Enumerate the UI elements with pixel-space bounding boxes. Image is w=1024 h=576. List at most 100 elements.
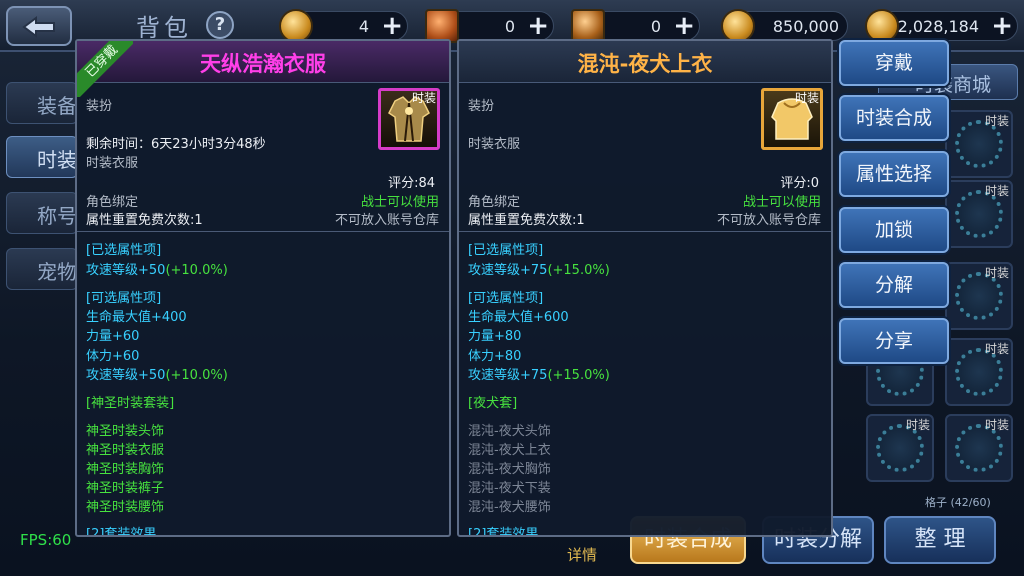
set-item: 神圣时装头饰 [86,424,165,439]
remaining-time: 剩余时间：6天23小时3分48秒 [86,137,266,152]
set-item: 神圣时装胸饰 [86,462,165,477]
attr-text: 攻速等级+75 [468,263,548,278]
reset-count: 属性重置免费次数:1 [86,213,203,228]
inventory-slot[interactable]: 时装 [866,414,934,482]
back-arrow-icon [22,16,55,38]
attr-text: 攻速等级+50 [86,263,166,278]
optional-attr: 攻速等级+75(+15.0%) [468,364,610,383]
item-category: 装扮 [86,99,113,114]
add-gold-coin-button[interactable]: + [381,13,403,39]
attr-text: 攻速等级+75 [468,368,548,383]
optional-attrs-header: [可选属性项] [468,291,544,306]
inventory-slot[interactable]: 时装 [945,414,1013,482]
resource-scroll: 0 + [425,9,554,43]
slot-tag: 时装 [984,266,1009,280]
attr-text: 力量+80 [468,329,522,344]
back-button[interactable] [6,6,72,46]
item-category: 装扮 [468,99,495,114]
scroll-icon [425,9,459,43]
slot-tag: 时装 [984,114,1009,128]
resource-bound-gold: 850,000 [721,9,848,43]
optional-attr: 体力+80 [468,345,521,364]
set-item: 混沌-夜犬上衣 [468,443,551,458]
slot-tag: 时装 [984,418,1009,432]
tab-pet[interactable]: 宠物 [6,248,78,290]
attr-bonus: (+15.0%) [547,263,610,278]
item-type: 时装衣服 [468,137,521,152]
optional-attr: 攻速等级+50(+10.0%) [86,364,228,383]
resource-value: 850,000 [772,17,839,36]
class-requirement: 战士可以使用 [742,195,821,210]
inventory-slot[interactable]: 时装 [945,180,1013,248]
fashion-synth-button[interactable]: 时装合成 [839,95,949,141]
item-score: 评分:0 [780,176,819,191]
tab-title[interactable]: 称号 [6,192,78,234]
share-button[interactable]: 分享 [839,318,949,364]
optional-attr: 力量+80 [468,325,521,344]
set-item: 混沌-夜犬头饰 [468,424,551,439]
slot-tag: 时装 [984,184,1009,198]
ticket-icon [571,9,605,43]
resource-ticket: 0 + [571,9,700,43]
wear-button[interactable]: 穿戴 [839,40,949,86]
attr-text: 体力+60 [86,349,140,364]
attr-bonus: (+10.0%) [165,368,228,383]
lock-button[interactable]: 加锁 [839,207,949,253]
equipped-ribbon: 已穿戴 [77,41,133,97]
set-item: 神圣时装腰饰 [86,500,165,515]
optional-attr: 力量+60 [86,325,139,344]
set-item: 混沌-夜犬胸饰 [468,462,551,477]
slot-tag: 时装 [984,342,1009,356]
attribute-select-button[interactable]: 属性选择 [839,151,949,197]
attr-text: 体力+80 [468,349,522,364]
bag-capacity: 格子 (42/60) [925,496,991,509]
gold-coin-icon [279,9,313,43]
compared-item-tooltip: 混沌-夜犬上衣 装扮 时装 时装衣服 评分:0 角色绑定 战士可以使用 属性重置… [457,39,833,537]
resource-value: 4 [358,17,369,36]
tab-equipment[interactable]: 装备 [6,82,78,124]
attr-text: 生命最大值+400 [86,310,187,325]
decompose-button[interactable]: 分解 [839,262,949,308]
storage-rule: 不可放入账号仓库 [716,213,821,228]
equipped-label: 已穿戴 [77,41,133,97]
sort-button[interactable]: 整 理 [884,516,996,564]
selected-attr: 攻速等级+50(+10.0%) [86,259,228,278]
resource-value: 2,028,184 [897,17,979,36]
resource-value: 0 [650,17,661,36]
set-name: [夜犬套] [468,396,518,411]
class-requirement: 战士可以使用 [360,195,439,210]
set-effect: [2]套装效果 [468,527,539,537]
optional-attr: 体力+60 [86,345,139,364]
fashion-tag: 时装 [794,91,819,105]
set-item: 混沌-夜犬腰饰 [468,500,551,515]
divider [77,231,449,232]
gold-ingot-icon [865,9,899,43]
add-scroll-button[interactable]: + [527,13,549,39]
selected-attrs-header: [已选属性项] [468,243,544,258]
reset-count: 属性重置免费次数:1 [468,213,585,228]
attr-text: 生命最大值+600 [468,310,569,325]
item-type: 时装衣服 [86,156,139,171]
optional-attr: 生命最大值+400 [86,306,187,325]
detail-link[interactable]: 详情 [567,544,597,565]
inventory-slot[interactable]: 时装 [945,262,1013,330]
selected-attrs-header: [已选属性项] [86,243,162,258]
bind-type: 角色绑定 [86,195,139,210]
set-name: [神圣时装套装] [86,396,175,411]
add-gold-ingot-button[interactable]: + [991,13,1013,39]
selected-attr: 攻速等级+75(+15.0%) [468,259,610,278]
bound-gold-icon [721,9,755,43]
set-item: 神圣时装裤子 [86,481,165,496]
inventory-slot[interactable]: 时装 [945,110,1013,178]
help-icon[interactable]: ? [206,11,234,39]
item-name: 混沌-夜犬上衣 [577,52,713,76]
fps-counter: FPS:60 [20,531,72,549]
inventory-slot[interactable]: 时装 [945,338,1013,406]
resource-value: 0 [504,17,515,36]
attr-bonus: (+10.0%) [165,263,228,278]
optional-attrs-header: [可选属性项] [86,291,162,306]
tab-fashion[interactable]: 时装 [6,136,78,178]
add-ticket-button[interactable]: + [673,13,695,39]
shirt-icon: 时装 [761,88,823,150]
tooltip-header: 混沌-夜犬上衣 [459,41,831,83]
